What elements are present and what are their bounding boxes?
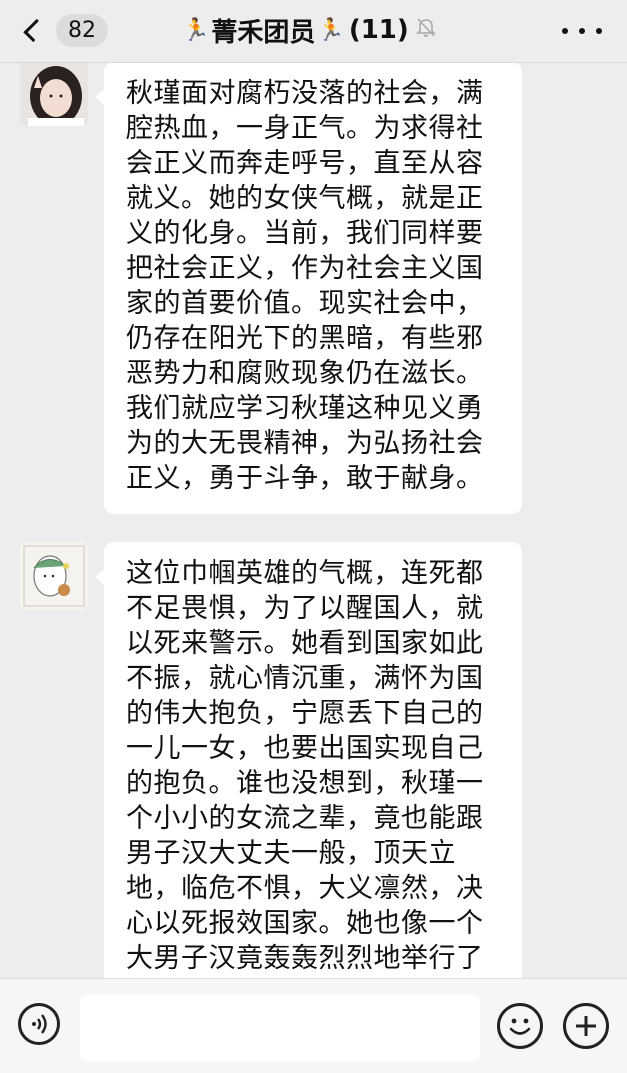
- chat-title: 🏃 菁禾团员 🏃 (11): [180, 12, 470, 48]
- navigation-bar: 82 🏃 菁禾团员 🏃 (11): [0, 0, 627, 63]
- more-dots-icon[interactable]: [562, 24, 602, 38]
- plus-icon[interactable]: [563, 1003, 609, 1049]
- voice-icon[interactable]: [18, 1003, 60, 1045]
- message-bubble[interactable]: 这位巾帼英雄的气概，连死都不足畏惧，为了以醒国人，就以死来警示。她看到国家如此不…: [95, 542, 522, 978]
- runner-emoji-left: 🏃: [182, 17, 210, 43]
- message-bubble[interactable]: 秋瑾面对腐朽没落的社会，满腔热血，一身正气。为求得社会正义而奔走呼号，直至从容就…: [95, 62, 522, 514]
- runner-emoji-right: 🏃: [317, 17, 345, 43]
- back-button[interactable]: 82: [18, 8, 108, 52]
- chevron-left-icon: [23, 18, 47, 42]
- member-count: (11): [348, 15, 409, 45]
- avatar[interactable]: [20, 542, 88, 610]
- avatar[interactable]: [20, 62, 88, 126]
- message-list[interactable]: 秋瑾面对腐朽没落的社会，满腔热血，一身正气。为求得社会正义而奔走呼号，直至从容就…: [0, 62, 627, 978]
- bell-slash-icon: [415, 15, 437, 45]
- message-input[interactable]: [80, 995, 480, 1061]
- group-name: 菁禾团员: [211, 17, 316, 48]
- unread-count-badge: 82: [56, 13, 108, 47]
- input-bar: [0, 978, 627, 1073]
- emoji-icon[interactable]: [497, 1003, 543, 1049]
